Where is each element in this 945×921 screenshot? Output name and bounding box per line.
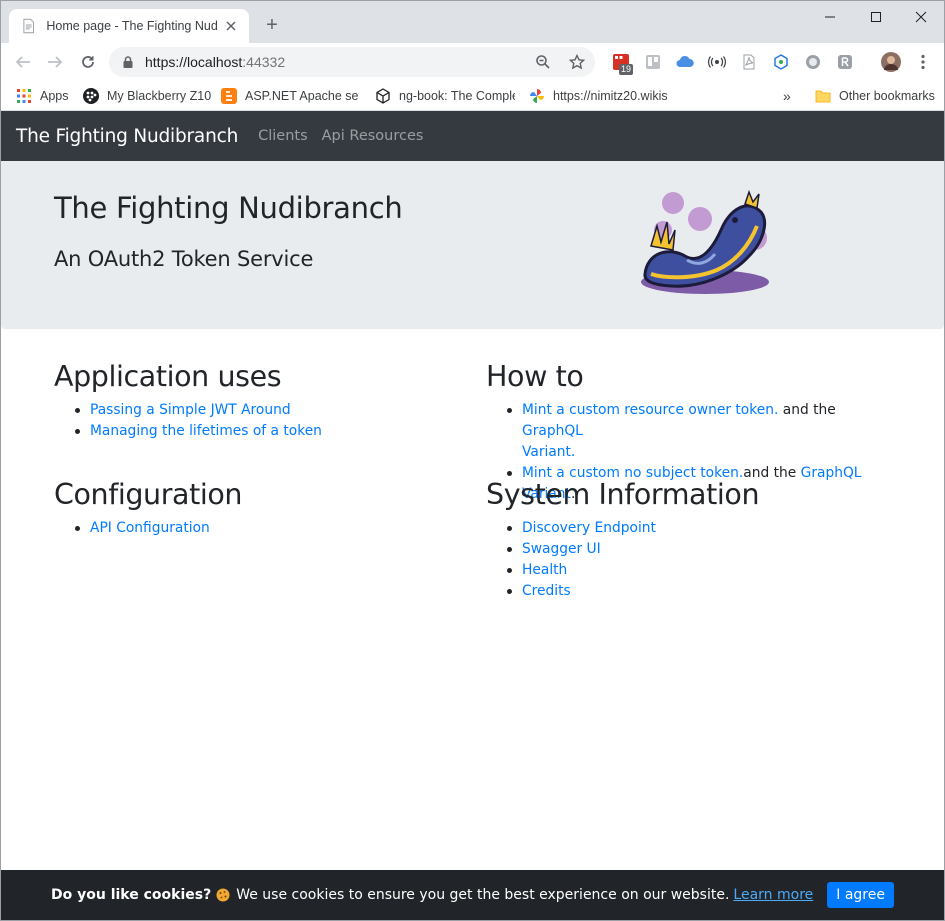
passing-jwt-link[interactable]: Passing a Simple JWT Around [90, 402, 291, 418]
connector-text: and the [778, 402, 836, 418]
bookmark-aspnet[interactable]: ASP.NET Apache setu [221, 85, 359, 107]
bookmarks-bar: Apps My Blackberry Z10 ASP.NET Apache se… [1, 81, 944, 111]
apps-grid-icon [17, 89, 31, 103]
other-bookmarks[interactable]: Other bookmarks [815, 85, 935, 107]
api-configuration-link[interactable]: API Configuration [90, 520, 210, 536]
hero-subtitle: An OAuth2 Token Service [54, 247, 314, 271]
cookie-icon [216, 888, 230, 902]
bookmark-apps[interactable]: Apps [16, 85, 69, 107]
bookmark-nimitz[interactable]: https://nimitz20.wikis [529, 85, 667, 107]
configuration-section: Configuration API Configuration [54, 478, 474, 539]
cookie-question: Do you like cookies? [51, 887, 212, 903]
list-item: Health [486, 560, 906, 581]
new-tab-button[interactable]: + [261, 14, 283, 36]
browser-window: Home page - The Fighting Nudib + https:/… [0, 0, 945, 111]
discovery-endpoint-link[interactable]: Discovery Endpoint [522, 520, 656, 536]
navbar-brand[interactable]: The Fighting Nudibranch [16, 126, 238, 147]
list-item: Swagger UI [486, 539, 906, 560]
bookmark-label: ng-book: The Comple [399, 89, 515, 103]
link-list: API Configuration [54, 518, 474, 539]
cloud-extension-icon[interactable] [676, 53, 694, 71]
bookmark-label: Apps [40, 89, 69, 103]
browser-tab[interactable]: Home page - The Fighting Nudib [9, 9, 249, 43]
cube-icon [376, 88, 390, 104]
system-information-section: System Information Discovery Endpoint Sw… [486, 478, 906, 602]
blogger-icon [221, 88, 237, 104]
list-item: Passing a Simple JWT Around [54, 400, 474, 421]
r-extension-icon[interactable] [836, 53, 854, 71]
bookmark-label: https://nimitz20.wikis [553, 89, 667, 103]
blackberry-icon [83, 88, 99, 104]
maximize-icon[interactable] [853, 1, 899, 33]
browser-toolbar: https://localhost:44332 19 [1, 43, 944, 81]
nav-link-api-resources[interactable]: Api Resources [322, 128, 424, 144]
url-host: https://localhost [145, 54, 243, 70]
graph-extension-icon[interactable] [772, 53, 790, 71]
page-favicon-icon [23, 18, 34, 34]
section-title: System Information [486, 478, 760, 511]
minimize-icon[interactable] [807, 1, 853, 33]
reload-icon[interactable] [76, 50, 100, 74]
application-uses-section: Application uses Passing a Simple JWT Ar… [54, 360, 474, 442]
other-bookmarks-label: Other bookmarks [839, 89, 935, 103]
lock-icon [123, 56, 133, 68]
hero-title: The Fighting Nudibranch [54, 191, 403, 225]
profile-avatar[interactable] [881, 52, 901, 72]
broadcast-extension-icon[interactable] [708, 53, 726, 71]
list-item: Mint a custom resource owner token. and … [486, 400, 886, 463]
list-item: Credits [486, 581, 906, 602]
forward-arrow-icon[interactable] [43, 50, 67, 74]
agree-button[interactable]: I agree [827, 882, 894, 908]
hero-jumbotron: The Fighting Nudibranch An OAuth2 Token … [1, 161, 944, 329]
health-link[interactable]: Health [522, 562, 567, 578]
menu-kebab-icon[interactable] [914, 53, 932, 71]
section-title: Configuration [54, 478, 243, 511]
site-navbar: The Fighting Nudibranch Clients Api Reso… [1, 111, 944, 161]
tab-title: Home page - The Fighting Nudib [46, 19, 218, 33]
section-title: How to [486, 360, 584, 393]
list-item: Managing the lifetimes of a token [54, 421, 474, 442]
pdf-extension-icon[interactable] [740, 53, 758, 71]
pinwheel-icon [530, 89, 544, 103]
bookmark-ngbook[interactable]: ng-book: The Comple [375, 85, 515, 107]
extension-badge: 19 [619, 64, 634, 75]
mint-resource-owner-token-link[interactable]: Mint a custom resource owner token. [522, 402, 778, 418]
zoom-icon[interactable] [533, 52, 553, 72]
cookie-message: We use cookies to ensure you get the bes… [236, 887, 730, 903]
back-arrow-icon[interactable] [11, 50, 35, 74]
bookmark-label: My Blackberry Z10 [107, 89, 212, 103]
tab-close-icon[interactable] [224, 18, 239, 34]
trello-extension-icon[interactable] [644, 53, 662, 71]
swagger-ui-link[interactable]: Swagger UI [522, 541, 601, 557]
token-lifetimes-link[interactable]: Managing the lifetimes of a token [90, 423, 322, 439]
bookmark-label: ASP.NET Apache setu [245, 89, 359, 103]
tab-strip: Home page - The Fighting Nudib + [1, 1, 944, 43]
nav-link-clients[interactable]: Clients [258, 128, 308, 144]
circle-extension-icon[interactable] [804, 53, 822, 71]
nudibranch-logo [641, 189, 769, 294]
graphql-variant-link-1a[interactable]: GraphQL [522, 423, 583, 439]
credits-link[interactable]: Credits [522, 583, 571, 599]
learn-more-link[interactable]: Learn more [733, 887, 813, 903]
list-item: API Configuration [54, 518, 474, 539]
list-item: Discovery Endpoint [486, 518, 906, 539]
bookmarks-overflow-button[interactable]: » [783, 85, 791, 107]
link-list: Passing a Simple JWT Around Managing the… [54, 400, 474, 442]
cookie-banner: Do you like cookies? We use cookies to e… [1, 870, 944, 920]
graphql-variant-link-1b[interactable]: Variant. [522, 444, 575, 460]
folder-icon [815, 90, 831, 103]
url-port: :44332 [242, 54, 286, 70]
link-list: Discovery Endpoint Swagger UI Health Cre… [486, 518, 906, 602]
bookmark-blackberry[interactable]: My Blackberry Z10 [83, 85, 211, 107]
bookmark-star-icon[interactable] [567, 52, 587, 72]
section-title: Application uses [54, 360, 282, 393]
address-bar[interactable]: https://localhost:44332 [109, 47, 595, 77]
close-window-icon[interactable] [898, 1, 944, 33]
